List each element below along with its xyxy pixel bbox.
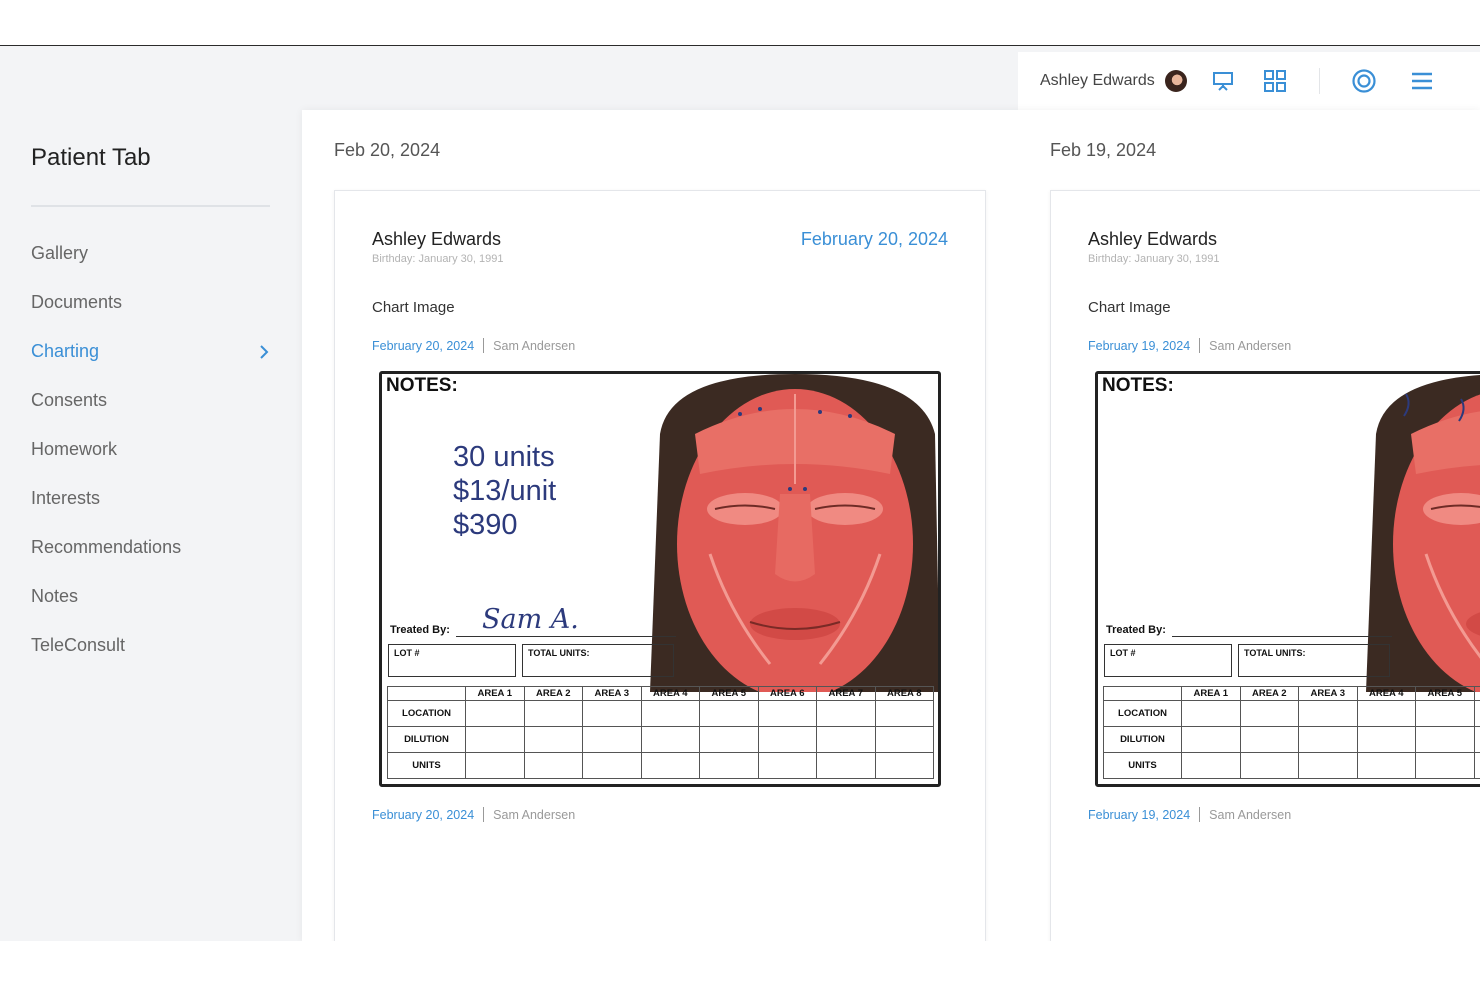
date-heading: Feb 19, 2024 [1050,140,1157,160]
note-line: 30 units [453,441,555,473]
meta-date: February 19, 2024 [1088,338,1191,353]
chart-image[interactable]: NOTES: 30 units $13/unit $390 Treated By… [379,371,941,787]
chart-date: February 20, 2024 [800,229,948,249]
section-label: Chart Image [372,299,455,316]
area-header: AREA 3 [582,686,642,701]
meta-date: February 20, 2024 [372,338,475,353]
note-line: $13/unit [453,475,557,507]
area-header: AREA 4 [640,686,700,701]
sidebar-item-consents[interactable]: Consents [31,376,271,425]
sidebar: Patient Tab Gallery Documents Charting C… [0,46,300,941]
sidebar-item-label: Documents [31,292,123,312]
footer-date: February 19, 2024 [1088,807,1191,822]
area-header: AREA 2 [1239,686,1299,701]
footer-author: Sam Andersen [493,807,576,822]
area-header: AREA 7 [816,686,876,701]
sidebar-item-label: Consents [31,390,108,410]
lot-number-box: LOT # [1104,644,1232,677]
signature-line [456,636,676,637]
patient-name: Ashley Edwards [372,229,502,249]
chart-meta: February 20, 2024 Sam Andersen [372,338,575,353]
sidebar-item-recommendations[interactable]: Recommendations [31,523,271,572]
sidebar-item-teleconsult[interactable]: TeleConsult [31,621,271,670]
area-header: AREA 1 [465,686,525,701]
face-muscle-diagram [650,374,938,692]
sidebar-item-label: Homework [31,439,118,459]
target-icon[interactable] [1350,67,1378,95]
signature-line [1172,636,1392,637]
notes-heading: NOTES: [1102,375,1174,396]
sidebar-item-label: Interests [31,488,101,508]
divider [1199,338,1201,353]
lot-number-box: LOT # [388,644,516,677]
chart-card[interactable]: Ashley Edwards Birthday: January 30, 199… [334,190,986,941]
area-header: AREA 3 [1298,686,1358,701]
sidebar-divider [31,205,270,207]
row-label: UNITS [1103,752,1182,779]
date-heading: Feb 20, 2024 [334,140,441,160]
chart-footer: February 19, 2024 Sam Andersen [1088,807,1291,822]
patient-birthday: Birthday: January 30, 1991 [1088,253,1220,265]
chart-footer: February 20, 2024 Sam Andersen [372,807,575,822]
avatar[interactable] [1164,70,1187,92]
sidebar-item-gallery[interactable]: Gallery [31,229,271,278]
treated-by-label: Treated By: [1106,624,1166,636]
row-label: UNITS [387,752,466,779]
chart-card[interactable]: Ashley Edwards Birthday: January 30, 199… [1050,190,1480,941]
note-line: $390 [453,509,518,541]
patient-name: Ashley Edwards [1088,229,1218,249]
user-name[interactable]: Ashley Edwards [1040,72,1155,90]
sidebar-item-notes[interactable]: Notes [31,572,271,621]
section-label: Chart Image [1088,299,1171,316]
provider-signature: Sam A. [482,604,579,635]
row-label: DILUTION [1103,726,1182,753]
area-header: AREA 5 [699,686,759,701]
sidebar-item-label: Charting [31,341,100,361]
presentation-icon[interactable] [1209,67,1237,95]
menu-icon[interactable] [1408,67,1436,95]
top-bar: Ashley Edwards [1018,52,1480,110]
sidebar-item-label: Notes [31,586,79,606]
row-label: LOCATION [387,700,466,727]
total-units-box: TOTAL UNITS: [522,644,674,677]
treated-by-label: Treated By: [390,624,450,636]
row-label: DILUTION [387,726,466,753]
area-header: AREA 6 [757,686,817,701]
row-label: LOCATION [1103,700,1182,727]
sidebar-item-homework[interactable]: Homework [31,425,271,474]
injection-area-table: AREA 1 AREA 2 AREA 3 AREA 4 AREA 5 LOCAT… [1103,686,1480,779]
handwritten-notes: 30 units $13/unit $390 [453,440,556,542]
injection-area-table: AREA 1 AREA 2 AREA 3 AREA 4 AREA 5 AREA … [387,686,934,779]
toolbar-divider [1318,68,1320,94]
sidebar-nav: Gallery Documents Charting Consents Home… [31,229,271,670]
sidebar-item-label: Recommendations [31,537,182,557]
footer-date: February 20, 2024 [372,807,475,822]
sidebar-title: Patient Tab [31,144,151,171]
notes-heading: NOTES: [386,375,458,396]
sidebar-item-interests[interactable]: Interests [31,474,271,523]
charting-content: Feb 20, 2024 Ashley Edwards Birthday: Ja… [302,110,1480,941]
patient-birthday: Birthday: January 30, 1991 [372,253,504,265]
area-header: AREA 4 [1356,686,1416,701]
area-header: AREA 1 [1181,686,1241,701]
app-screen: Patient Tab Gallery Documents Charting C… [0,45,1480,941]
meta-author: Sam Andersen [493,338,576,353]
area-header: AREA 8 [874,686,934,701]
grid-icon[interactable] [1261,67,1289,95]
divider [483,338,485,353]
divider [1199,807,1201,822]
area-header: AREA 2 [523,686,583,701]
sidebar-item-documents[interactable]: Documents [31,278,271,327]
total-units-box: TOTAL UNITS: [1238,644,1390,677]
sidebar-item-label: Gallery [31,243,89,263]
footer-author: Sam Andersen [1209,807,1292,822]
sidebar-item-charting[interactable]: Charting [31,327,271,376]
meta-author: Sam Andersen [1209,338,1292,353]
sidebar-item-label: TeleConsult [31,635,126,655]
chart-meta: February 19, 2024 Sam Andersen [1088,338,1291,353]
chart-image[interactable]: NOTES: Treated By: LOT # TOTAL UNITS: AR… [1095,371,1480,787]
divider [483,807,485,822]
chevron-right-icon [260,344,269,359]
area-header: AREA 5 [1415,686,1475,701]
